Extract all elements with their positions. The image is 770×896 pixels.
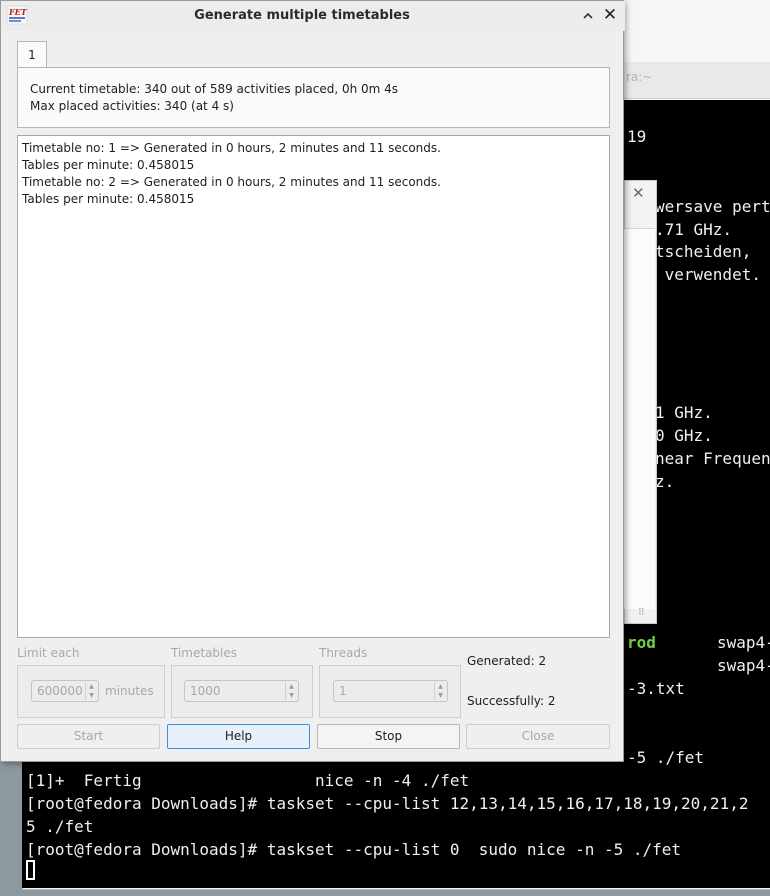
timetables-spinbox[interactable]: 1000 ▲ ▼ (184, 680, 299, 702)
terminal-line: 1 GHz. (655, 403, 713, 422)
generated-count: Generated: 2 (467, 654, 547, 668)
terminal-line: swap4- (717, 656, 770, 675)
threads-label: Threads (319, 646, 368, 660)
close-icon[interactable]: ✕ (632, 184, 645, 202)
current-timetable-status: Current timetable: 340 out of 589 activi… (30, 82, 399, 96)
timetables-value: 1000 (190, 684, 221, 698)
limit-each-label: Limit each (17, 646, 80, 660)
close-icon[interactable]: ✕ (602, 5, 618, 25)
log-line: Tables per minute: 0.458015 (22, 158, 195, 172)
timetables-label: Timetables (171, 646, 238, 660)
spin-arrows-icon[interactable]: ▲ ▼ (434, 682, 446, 700)
terminal-line: near Frequen (655, 449, 770, 468)
resize-grip-icon[interactable]: ⠿ (638, 608, 645, 618)
spin-arrows-icon[interactable]: ▲ ▼ (285, 682, 297, 700)
log-line: Timetable no: 1 => Generated in 0 hours,… (22, 141, 441, 155)
chevron-up-icon[interactable] (580, 5, 596, 25)
log-line: Tables per minute: 0.458015 (22, 192, 195, 206)
generation-log[interactable]: Timetable no: 1 => Generated in 0 hours,… (17, 135, 610, 638)
max-placed-status: Max placed activities: 340 (at 4 s) (30, 99, 234, 113)
limit-each-value: 600000 (37, 684, 83, 698)
terminal-line: .71 GHz. (655, 220, 733, 239)
generate-multiple-dialog: FET Generate multiple timetables ✕ 1 Cur… (0, 0, 625, 762)
limit-each-spinbox[interactable]: 600000 ▲ ▼ (31, 680, 99, 702)
dialog-title: Generate multiple timetables (194, 8, 410, 23)
terminal-line: -5 ./fet (627, 748, 705, 767)
start-button[interactable]: Start (17, 724, 160, 749)
close-button[interactable]: Close (466, 724, 610, 749)
terminal-line: tscheiden, (655, 242, 752, 261)
log-line: Timetable no: 2 => Generated in 0 hours,… (22, 175, 441, 189)
terminal-cursor (26, 860, 35, 880)
limit-each-unit: minutes (105, 684, 154, 698)
terminal-line: 0 GHz. (655, 426, 713, 445)
threads-value: 1 (339, 684, 347, 698)
help-button[interactable]: Help (167, 724, 310, 749)
successfully-count: Successfully: 2 (467, 694, 556, 708)
threads-spinbox[interactable]: 1 ▲ ▼ (333, 680, 448, 702)
terminal-line: verwendet. (655, 265, 761, 284)
terminal-line: [1]+ Fertig nice -n -4 ./fet (26, 771, 470, 790)
stop-button[interactable]: Stop (317, 724, 460, 749)
terminal-line: [root@fedora Downloads]# taskset --cpu-l… (26, 840, 682, 859)
status-panel: Current timetable: 340 out of 589 activi… (17, 67, 610, 128)
terminal-line: 19 (627, 127, 647, 146)
terminal-tab-label[interactable]: ra:~ (626, 70, 652, 84)
terminal-titlebar (600, 0, 770, 63)
terminal-line: 5 ./fet (26, 817, 94, 836)
tab-1[interactable]: 1 (17, 41, 47, 68)
spin-arrows-icon[interactable]: ▲ ▼ (85, 682, 97, 700)
terminal-line: swap4- (717, 633, 770, 652)
terminal-line: z. (655, 472, 675, 491)
terminal-line-highlight: rod (627, 633, 656, 652)
titlebar[interactable]: FET Generate multiple timetables ✕ (1, 1, 625, 31)
terminal-line: wersave pert (655, 197, 770, 216)
terminal-line: [root@fedora Downloads]# taskset --cpu-l… (26, 794, 749, 813)
background-dialog-content (624, 228, 655, 609)
terminal-line: -3.txt (627, 679, 685, 698)
